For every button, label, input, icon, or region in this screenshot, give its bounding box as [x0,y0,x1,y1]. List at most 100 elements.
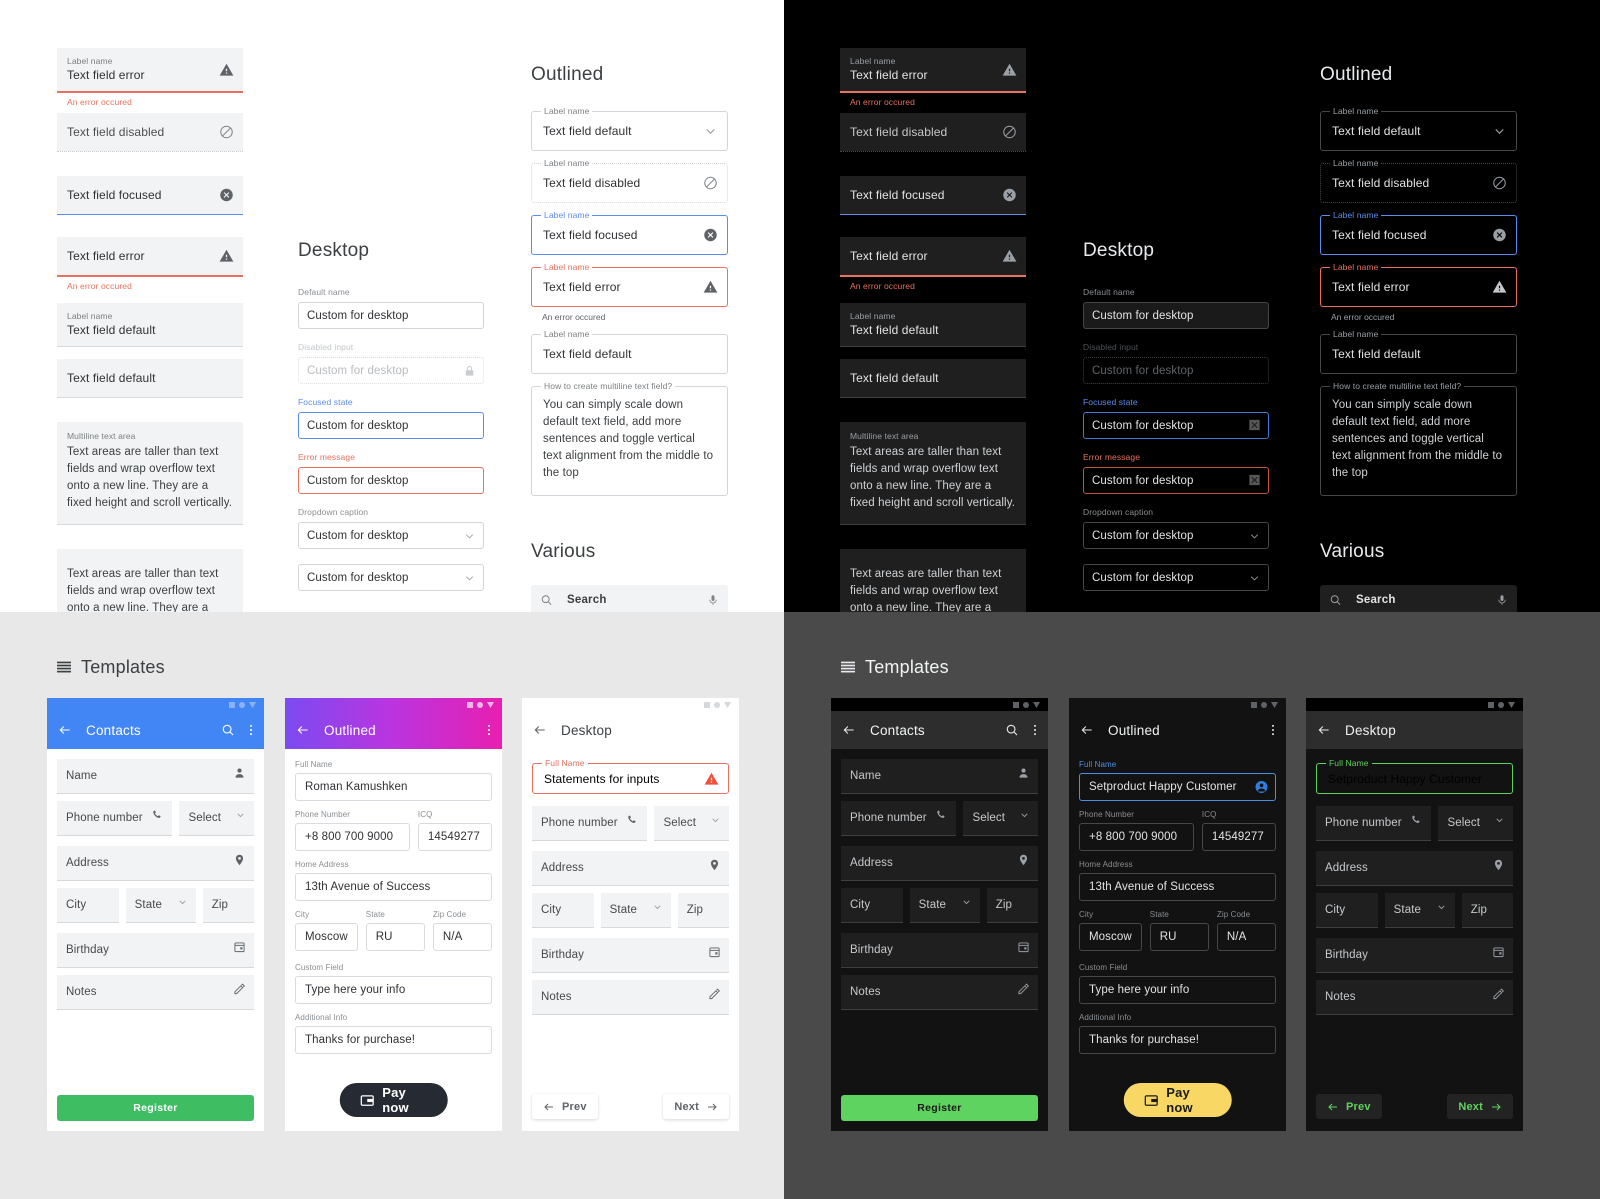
field-birthday[interactable]: Birthday [841,933,1038,968]
field-full-name-focused[interactable]: Full Name Setproduct Happy Customer [1316,758,1513,794]
field-address[interactable]: Address [532,851,729,886]
chevron-down-icon[interactable] [1436,902,1447,913]
field-icq[interactable]: ICQ 14549277 [417,809,492,851]
next-button[interactable]: Next [663,1094,729,1119]
desktop-field-dropdown-2[interactable]: Custom for desktop [298,564,484,591]
outlined-field-error-dark[interactable]: Label name Text field error An error occ… [1320,262,1517,322]
field-birthday[interactable]: Birthday [532,938,729,973]
textarea-multiline-2[interactable]: Text areas are taller than text fields a… [57,548,243,612]
field-zip-code[interactable]: Zip Code N/A [1216,909,1276,951]
desktop-field-dropdown-1[interactable]: Dropdown caption Custom for desktop [298,506,484,549]
desktop-field-dropdown-2-dark[interactable]: Custom for desktop [1083,564,1269,591]
clear-circle-icon[interactable] [219,187,234,202]
field-additional-info[interactable]: Additional Info Thanks for purchase! [1079,1012,1276,1054]
outlined-field-focused-dark[interactable]: Label name Text field focused [1320,210,1517,255]
text-field-default-2-dark[interactable]: Text field default [840,358,1026,398]
microphone-icon[interactable] [707,593,719,607]
desktop-field-dropdown-1-dark[interactable]: Dropdown caption Custom for desktop [1083,506,1269,549]
field-notes[interactable]: Notes [57,975,254,1010]
field-name[interactable]: Name [841,759,1038,794]
text-field-default-2[interactable]: Text field default [57,358,243,398]
clear-circle-icon[interactable] [1492,228,1507,243]
field-phone-number[interactable]: Phone number [532,806,648,841]
search-input[interactable]: Search [531,585,728,612]
calendar-icon[interactable] [1492,946,1505,959]
microphone-icon[interactable] [1496,593,1508,607]
calendar-icon[interactable] [233,941,246,954]
more-vertical-icon[interactable] [1271,723,1275,737]
register-button[interactable]: Register [841,1095,1038,1121]
register-button[interactable]: Register [57,1095,254,1121]
field-city[interactable]: City Moscow [295,909,358,951]
textarea-multiline-2-dark[interactable]: Text areas are taller than text fields a… [840,548,1026,612]
field-notes[interactable]: Notes [841,975,1038,1010]
pencil-icon[interactable] [1492,988,1505,1001]
search-input-dark[interactable]: Search [1320,585,1517,612]
desktop-field-error-dark[interactable]: Error message Custom for desktop [1083,451,1269,494]
warning-icon[interactable] [219,62,234,77]
field-city[interactable]: City [1316,893,1378,928]
field-birthday[interactable]: Birthday [1316,938,1513,973]
field-city[interactable]: City [532,893,594,928]
outlined-field-error[interactable]: Label name Text field error An error occ… [531,262,728,322]
field-phone-number[interactable]: Phone number [57,801,173,836]
text-field-error-2[interactable]: Text field error An error occured [57,237,243,291]
chevron-down-icon[interactable] [652,902,663,913]
field-full-name[interactable]: Full Name Roman Kamushken [295,759,492,801]
field-zip-code[interactable]: Zip Code N/A [432,909,492,951]
field-state[interactable]: State [909,888,980,923]
field-full-name-error[interactable]: Full Name Statements for inputs [532,758,729,794]
field-custom[interactable]: Custom Field Type here your info [1079,962,1276,1004]
chevron-down-icon[interactable] [1248,571,1261,584]
outlined-field-default-2-dark[interactable]: Label name Text field default [1320,329,1517,374]
field-custom[interactable]: Custom Field Type here your info [295,962,492,1004]
outlined-field-default-1[interactable]: Label name Text field default [531,106,728,151]
field-select[interactable]: Select [963,801,1038,836]
field-city[interactable]: City Moscow [1079,909,1142,951]
text-field-focused-1-dark[interactable]: Text field focused [840,175,1026,215]
more-vertical-icon[interactable] [1033,723,1037,737]
field-select[interactable]: Select [654,806,729,841]
field-name[interactable]: Name [57,759,254,794]
arrow-back-icon[interactable] [296,723,310,737]
chevron-down-icon[interactable] [1492,124,1507,139]
field-address[interactable]: Address [1316,851,1513,886]
field-zip[interactable]: Zip [986,888,1038,923]
close-box-icon[interactable] [1248,418,1263,433]
chevron-down-icon[interactable] [703,124,718,139]
warning-icon[interactable] [1002,62,1017,77]
field-icq[interactable]: ICQ 14549277 [1201,809,1276,851]
field-select[interactable]: Select [1438,806,1513,841]
field-phone-number[interactable]: Phone Number +8 800 700 9000 [1079,809,1194,851]
desktop-field-focused[interactable]: Focused state Custom for desktop [298,396,484,439]
field-phone-number[interactable]: Phone number [841,801,957,836]
warning-icon[interactable] [703,280,718,295]
field-state[interactable]: State RU [1149,909,1209,951]
text-field-default-1[interactable]: Label name Text field default [57,302,243,347]
prev-button[interactable]: Prev [532,1094,598,1119]
arrow-back-icon[interactable] [533,723,547,737]
warning-icon[interactable] [1492,280,1507,295]
field-state[interactable]: State [125,888,196,923]
clear-circle-icon[interactable] [1002,187,1017,202]
warning-icon[interactable] [219,249,234,264]
chevron-down-icon[interactable] [1494,815,1505,826]
pay-now-button[interactable]: Pay now [339,1083,448,1117]
more-vertical-icon[interactable] [487,723,491,737]
search-icon[interactable] [1005,723,1019,737]
desktop-field-focused-dark[interactable]: Focused state Custom for desktop [1083,396,1269,439]
field-state[interactable]: State [600,893,671,928]
field-state[interactable]: State [1384,893,1455,928]
next-button[interactable]: Next [1447,1094,1513,1119]
field-home-address[interactable]: Home Address 13th Avenue of Success [295,859,492,901]
field-notes[interactable]: Notes [1316,980,1513,1015]
field-city[interactable]: City [841,888,903,923]
text-field-error-1-dark[interactable]: Label name Text field error An error occ… [840,48,1026,107]
field-home-address[interactable]: Home Address 13th Avenue of Success [1079,859,1276,901]
chevron-down-icon[interactable] [710,815,721,826]
arrow-back-icon[interactable] [1080,723,1094,737]
pencil-icon[interactable] [233,983,246,996]
pencil-icon[interactable] [708,988,721,1001]
field-state[interactable]: State RU [365,909,425,951]
outlined-field-default-1-dark[interactable]: Label name Text field default [1320,106,1517,151]
